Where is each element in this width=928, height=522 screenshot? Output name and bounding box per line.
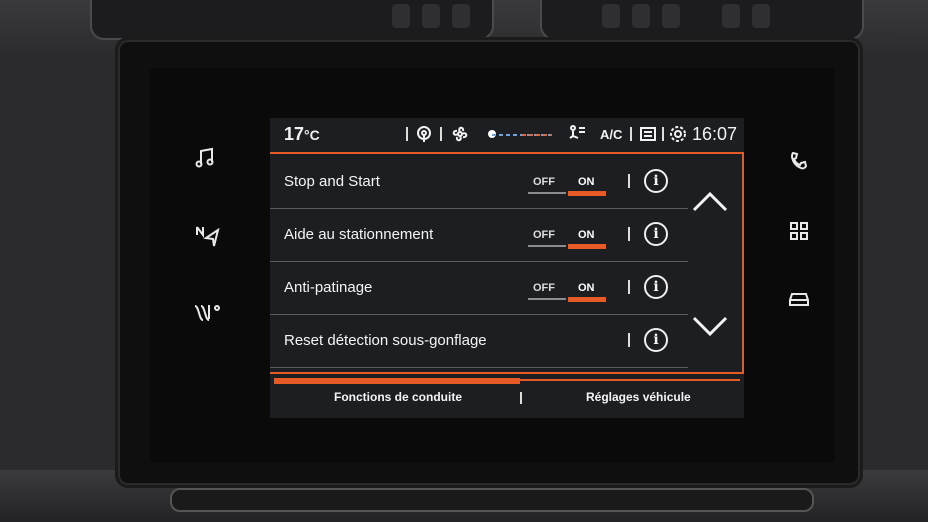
airflow-icon[interactable] — [566, 124, 588, 149]
infotainment-screen: 17°C A/C 16:07 Stop and Start OFF ON i A… — [270, 118, 744, 418]
storage-slot — [170, 488, 814, 512]
chevron-down-icon — [692, 316, 728, 337]
climate-icon[interactable] — [192, 302, 222, 328]
toggle-on-label[interactable]: ON — [578, 282, 595, 294]
settings-icon[interactable] — [668, 124, 688, 149]
status-bar: 17°C A/C 16:07 — [270, 118, 744, 152]
tab-vehicle-settings[interactable]: Réglages véhicule — [586, 390, 691, 404]
info-icon[interactable]: i — [644, 169, 668, 193]
navigation-icon[interactable] — [192, 224, 222, 252]
traction-control-toggle[interactable]: OFF ON — [528, 280, 608, 302]
bottom-tabs: Fonctions de conduite Réglages véhicule — [270, 376, 744, 418]
stop-start-toggle[interactable]: OFF ON — [528, 174, 608, 196]
fan-icon[interactable] — [450, 124, 470, 149]
setting-label: Stop and Start — [284, 173, 380, 190]
info-icon[interactable]: i — [644, 275, 668, 299]
setting-label: Reset détection sous-gonflage — [284, 332, 487, 349]
temperature-scale — [522, 134, 552, 136]
chevron-up-icon — [692, 191, 728, 212]
scroll-up-button[interactable] — [688, 180, 732, 224]
info-icon[interactable]: i — [644, 328, 668, 352]
toggle-on-label[interactable]: ON — [578, 229, 595, 241]
recirculation-icon[interactable] — [638, 124, 658, 149]
setting-row-stop-start: Stop and Start OFF ON i — [270, 156, 688, 209]
active-tab-indicator — [274, 378, 520, 384]
apps-grid-icon[interactable] — [784, 220, 814, 246]
tab-driving-functions[interactable]: Fonctions de conduite — [334, 390, 462, 404]
toggle-off-label[interactable]: OFF — [533, 176, 555, 188]
clock: 16:07 — [692, 124, 738, 144]
music-icon[interactable] — [190, 146, 220, 174]
toggle-off-label[interactable]: OFF — [533, 229, 555, 241]
temperature-display[interactable]: 17°C — [284, 124, 320, 145]
air-vent-left — [90, 0, 494, 40]
toggle-on-label[interactable]: ON — [578, 176, 595, 188]
toggle-on-indicator — [568, 244, 606, 249]
setting-row-traction-control: Anti-patinage OFF ON i — [270, 262, 688, 315]
setting-row-tyre-pressure-reset[interactable]: Reset détection sous-gonflage i — [270, 315, 688, 368]
setting-row-parking-aid: Aide au stationnement OFF ON i — [270, 209, 688, 262]
phone-icon[interactable] — [784, 150, 814, 176]
settings-list: Stop and Start OFF ON i Aide au stationn… — [270, 156, 688, 368]
air-vent-right — [540, 0, 864, 40]
ac-label[interactable]: A/C — [600, 127, 622, 142]
toggle-on-indicator — [568, 191, 606, 196]
setting-label: Aide au stationnement — [284, 226, 434, 243]
car-icon[interactable] — [784, 288, 814, 312]
setting-label: Anti-patinage — [284, 279, 373, 296]
scroll-down-button[interactable] — [688, 304, 732, 348]
connectivity-icon — [414, 124, 434, 149]
parking-aid-toggle[interactable]: OFF ON — [528, 227, 608, 249]
toggle-off-label[interactable]: OFF — [533, 282, 555, 294]
info-icon[interactable]: i — [644, 222, 668, 246]
toggle-on-indicator — [568, 297, 606, 302]
